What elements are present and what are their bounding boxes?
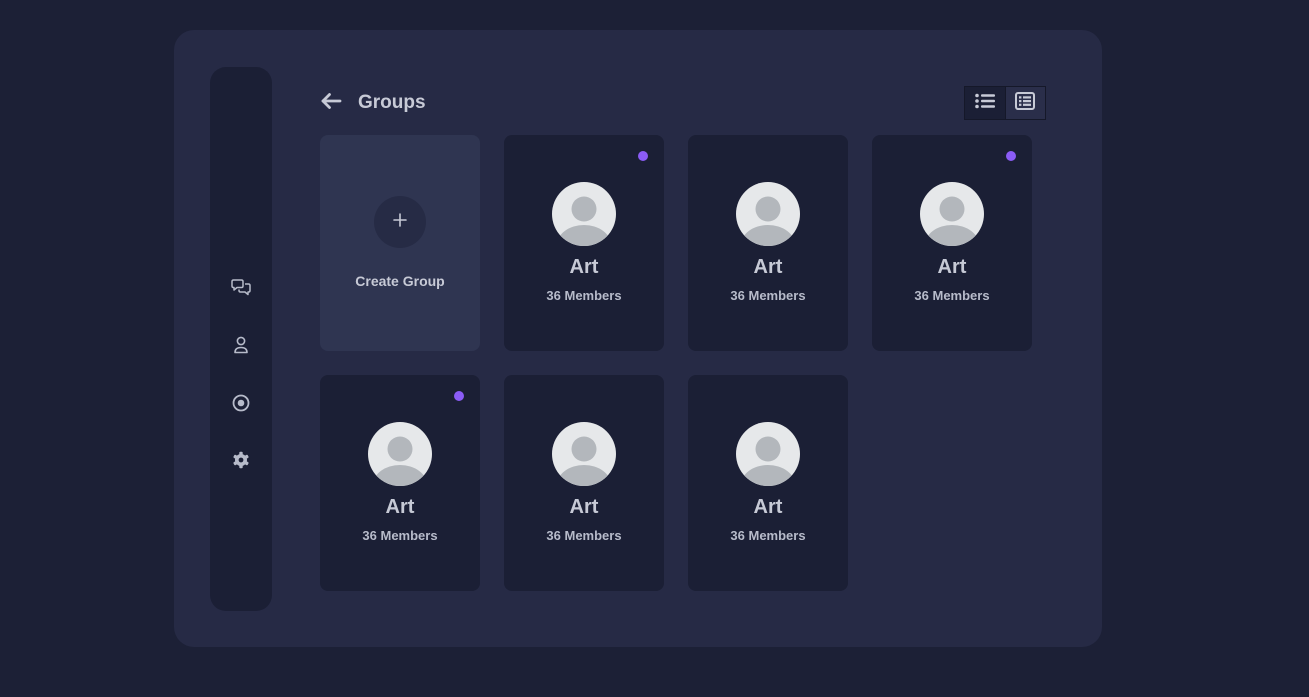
avatar [552, 422, 616, 486]
create-group-button[interactable] [374, 196, 426, 248]
status-icon [231, 393, 251, 413]
group-card[interactable]: Art 36 Members [504, 135, 664, 351]
unread-dot [1006, 151, 1016, 161]
sidebar-item-profile[interactable] [227, 331, 255, 359]
sidebar-item-status[interactable] [227, 389, 255, 417]
list-view-button[interactable] [965, 87, 1005, 119]
arrow-left-icon [319, 91, 343, 116]
chat-icon [230, 278, 252, 298]
group-card[interactable]: Art 36 Members [872, 135, 1032, 351]
avatar [368, 422, 432, 486]
page-title: Groups [358, 92, 426, 113]
group-members: 36 Members [730, 288, 806, 303]
plus-icon [393, 212, 407, 232]
avatar [736, 182, 800, 246]
group-card[interactable]: Art 36 Members [688, 135, 848, 351]
avatar [736, 422, 800, 486]
group-name: Art [385, 496, 415, 518]
sidebar-item-settings[interactable] [227, 446, 255, 474]
table-view-button[interactable] [1004, 87, 1045, 119]
settings-icon [232, 451, 250, 469]
create-group-label: Create Group [355, 273, 445, 289]
view-toggle [964, 86, 1046, 120]
group-name: Art [753, 496, 783, 518]
back-button[interactable] [318, 90, 344, 116]
group-members: 36 Members [730, 528, 806, 543]
group-card[interactable]: Art 36 Members [320, 375, 480, 591]
group-members: 36 Members [362, 528, 438, 543]
sidebar-item-chats[interactable] [227, 274, 255, 302]
group-name: Art [753, 256, 783, 278]
group-name: Art [937, 256, 967, 278]
avatar [920, 182, 984, 246]
unread-dot [638, 151, 648, 161]
sidebar [210, 67, 272, 611]
user-icon [232, 335, 250, 355]
unread-dot [454, 391, 464, 401]
group-name: Art [569, 496, 599, 518]
app-window: Groups Create Group Art 36 Members Art 3… [174, 30, 1102, 647]
create-group-card[interactable]: Create Group [320, 135, 480, 351]
group-card[interactable]: Art 36 Members [504, 375, 664, 591]
group-card[interactable]: Art 36 Members [688, 375, 848, 591]
avatar [552, 182, 616, 246]
group-members: 36 Members [546, 288, 622, 303]
group-members: 36 Members [914, 288, 990, 303]
group-members: 36 Members [546, 528, 622, 543]
group-name: Art [569, 256, 599, 278]
list-view-icon [974, 93, 995, 114]
table-view-icon [1015, 91, 1036, 115]
page-header: Groups [318, 86, 1046, 120]
